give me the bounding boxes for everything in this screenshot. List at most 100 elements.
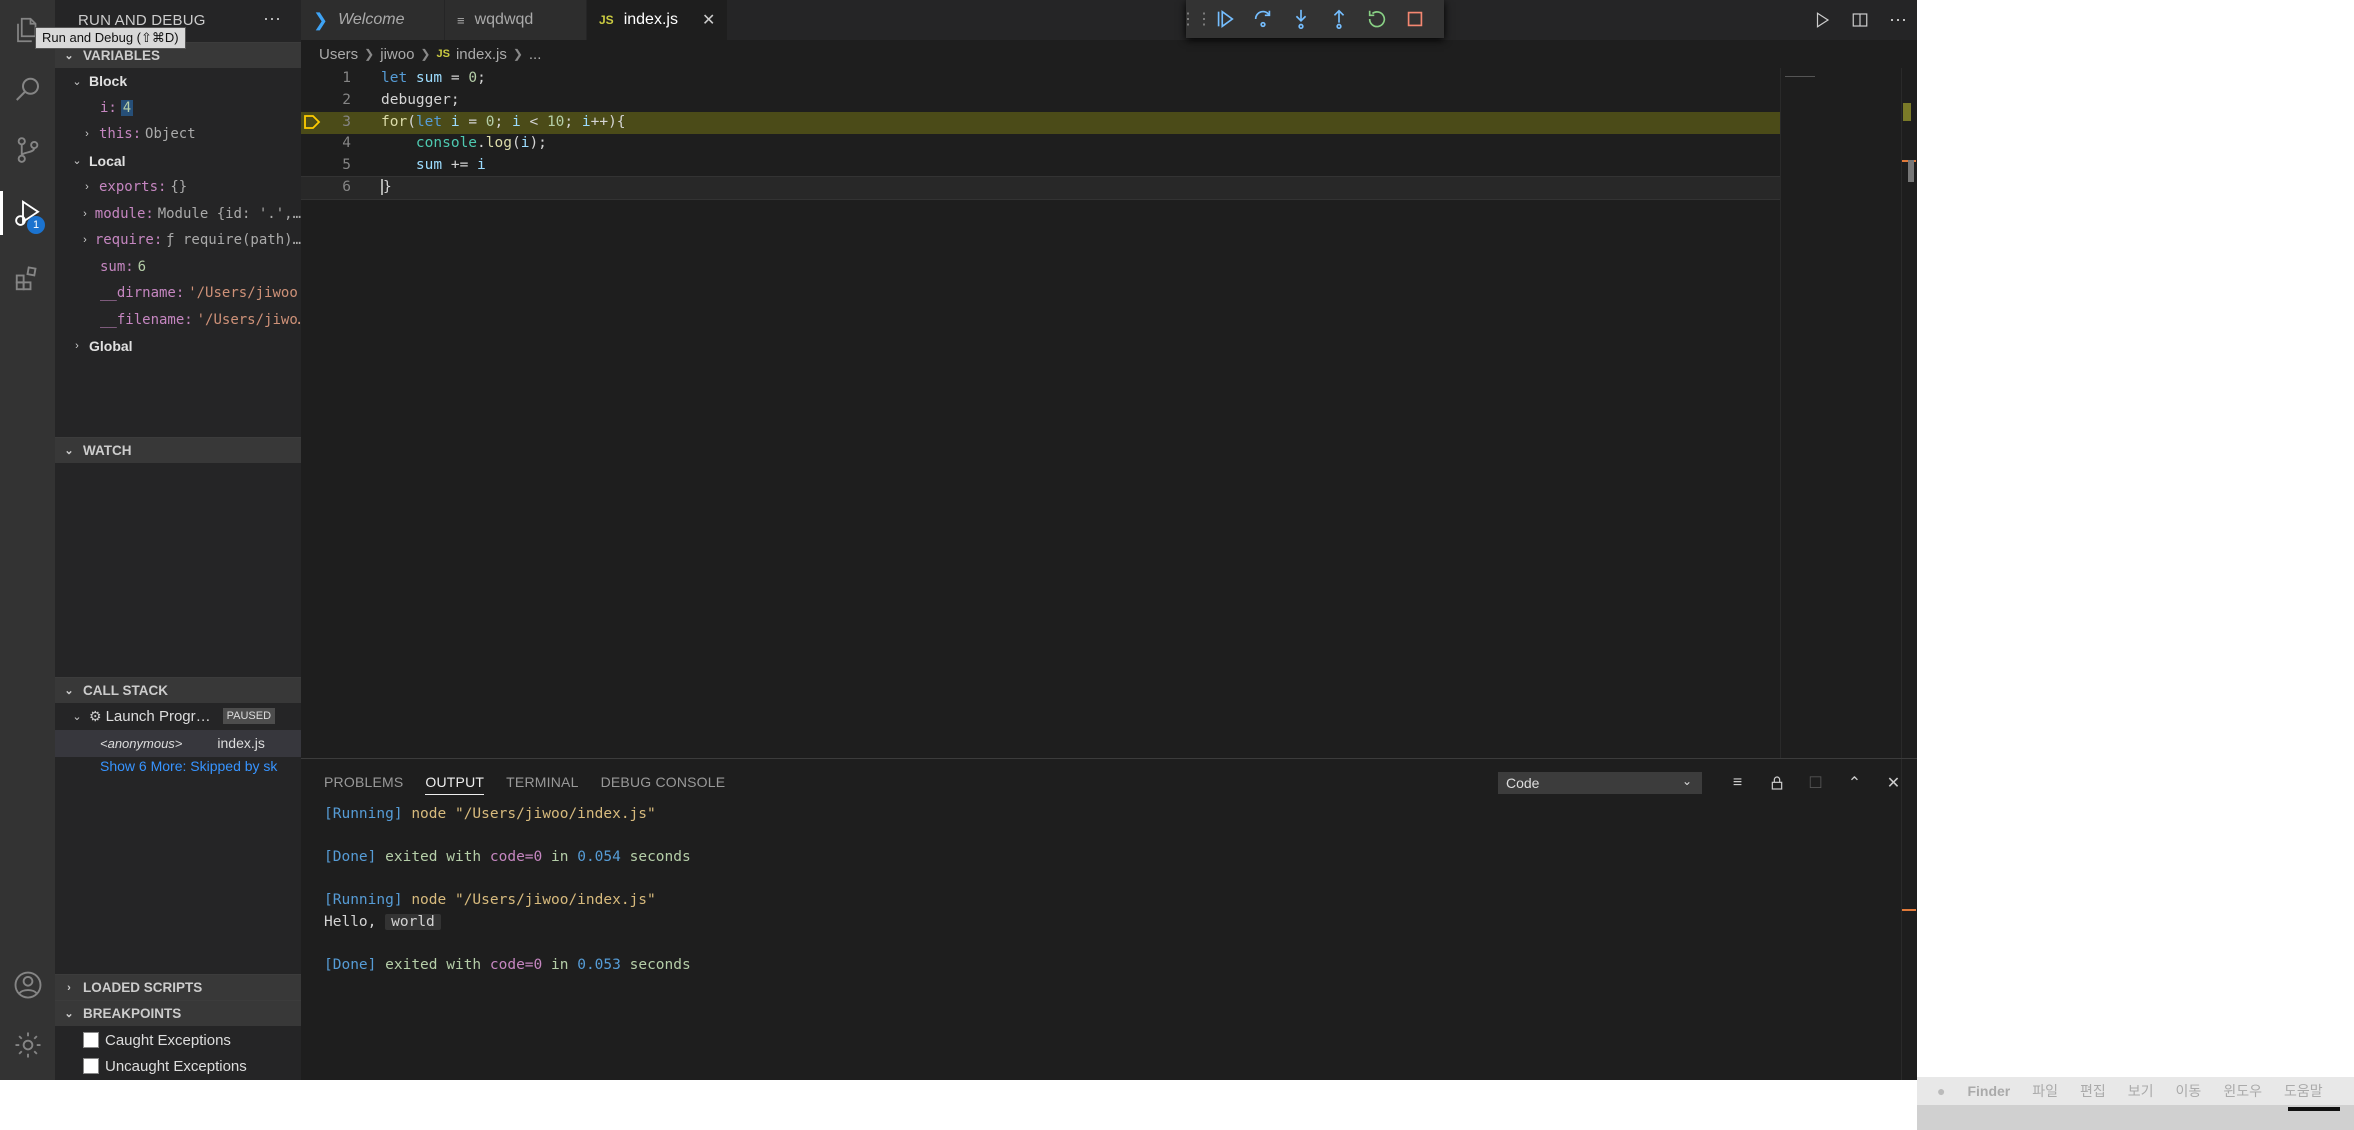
close-icon[interactable]: ✕ (702, 10, 715, 30)
minimap[interactable] (1785, 70, 1815, 77)
stop-icon[interactable] (1396, 0, 1434, 38)
uncaught-exceptions-row[interactable]: Uncaught Exceptions (83, 1053, 247, 1080)
caught-exceptions-row[interactable]: Caught Exceptions (83, 1027, 231, 1054)
code-line[interactable]: 3 for(let i = 0; i < 10; i++){ (301, 112, 1781, 134)
menu-item[interactable]: 윈도우 (2223, 1081, 2262, 1101)
drag-handle-icon[interactable]: ⋮⋮ (1180, 0, 1212, 38)
variable-row[interactable]: › exports: {} (55, 174, 301, 201)
debug-toolbar: ⋮⋮ (1180, 0, 1444, 38)
scope-block[interactable]: ⌄ Block (55, 68, 301, 95)
breakpoints-section-header[interactable]: ⌄ BREAKPOINTS (55, 1000, 301, 1026)
breadcrumb-item[interactable]: ... (529, 46, 542, 63)
step-over-icon[interactable] (1244, 0, 1282, 38)
line-number[interactable]: 5 (301, 155, 351, 177)
line-number[interactable]: 4 (301, 133, 351, 155)
account-icon[interactable] (0, 955, 55, 1015)
code-token: debugger; (381, 92, 460, 108)
scrollbar-thumb[interactable] (1908, 160, 1914, 182)
variable-row[interactable]: › module: Module {id: '.',… (55, 201, 301, 228)
show-more-frames-link[interactable]: Show 6 More: Skipped by sk (55, 753, 301, 780)
run-file-icon[interactable] (1803, 0, 1841, 40)
tab-wqdwqd[interactable]: ≡ wqdwqd (445, 0, 587, 40)
variable-value: Object (145, 126, 196, 143)
more-actions-icon[interactable]: ··· (263, 8, 281, 29)
breadcrumb-item[interactable]: jiwoo (380, 46, 414, 63)
tab-output[interactable]: OUTPUT (425, 770, 485, 795)
menu-item[interactable]: 보기 (2128, 1081, 2154, 1101)
split-editor-icon[interactable] (1841, 0, 1879, 40)
breadcrumb-item[interactable]: Users (319, 46, 358, 63)
output-line: [Running] node "/Users/jiwoo/index.js" (324, 806, 656, 822)
line-text: let sum = 0; (381, 68, 486, 90)
menu-item[interactable]: 편집 (2080, 1081, 2106, 1101)
code-line[interactable]: 4 console.log(i); (301, 133, 1781, 155)
variable-row[interactable]: › require: ƒ require(path)… (55, 227, 301, 254)
output-channel-select[interactable]: Code ⌄ (1498, 772, 1702, 794)
continue-icon[interactable] (1206, 0, 1244, 38)
maximize-panel-icon[interactable]: ⌃ (1835, 770, 1874, 796)
variable-row[interactable]: __dirname: '/Users/jiwoo' (55, 280, 301, 307)
step-out-icon[interactable] (1320, 0, 1358, 38)
tab-debug-console[interactable]: DEBUG CONSOLE (601, 770, 726, 794)
frame-file: index.js (217, 735, 265, 752)
chevron-down-icon: ⌄ (1681, 774, 1692, 788)
apple-icon[interactable]: ● (1937, 1083, 1945, 1099)
tooltip: Run and Debug (⇧⌘D) (35, 27, 186, 49)
code-editor[interactable]: 1 let sum = 0; 2 debugger; 3 for(let i = 0; i… (301, 68, 1917, 758)
lock-icon[interactable] (1757, 770, 1796, 796)
menu-item[interactable]: 파일 (2032, 1081, 2058, 1101)
code-token: ++){ (590, 114, 626, 130)
code-line[interactable]: 5 sum += i (301, 155, 1781, 177)
line-number[interactable]: 6 (301, 177, 351, 199)
search-icon[interactable] (0, 60, 55, 120)
menu-item[interactable]: 도움말 (2284, 1081, 2323, 1101)
menu-finder[interactable]: Finder (1967, 1083, 2010, 1099)
more-actions-icon[interactable]: ⋯ (1879, 0, 1917, 40)
session-name: Launch Progr… (105, 707, 211, 725)
settings-gear-icon[interactable] (0, 1015, 55, 1075)
line-number[interactable]: 1 (301, 68, 351, 90)
run-and-debug-icon[interactable]: 1 (0, 183, 55, 243)
breadcrumb-item[interactable]: index.js (456, 46, 507, 63)
code-token: sum (415, 157, 443, 173)
call-stack-section-header[interactable]: ⌄ CALL STACK (55, 677, 301, 703)
tab-problems[interactable]: PROBLEMS (324, 770, 403, 794)
output-scrollbar[interactable] (1901, 759, 1916, 1080)
scope-local[interactable]: ⌄ Local (55, 148, 301, 175)
code-token: = (459, 114, 486, 130)
variable-row[interactable]: i: 4 (55, 95, 301, 122)
variable-value: 4 (120, 99, 134, 116)
tab-terminal[interactable]: TERMINAL (506, 770, 578, 794)
variable-row[interactable]: › this: Object (55, 121, 301, 148)
scope-global[interactable]: › Global (55, 333, 301, 360)
minimap-border (1780, 68, 1781, 758)
line-number[interactable]: 2 (301, 90, 351, 112)
chevron-down-icon: ⌄ (64, 445, 74, 457)
loaded-scripts-section-header[interactable]: › LOADED SCRIPTS (55, 974, 301, 1000)
editor-tab-bar: ❯ Welcome ≡ wqdwqd JS index.js ✕ ⋯ (301, 0, 1917, 40)
menu-item[interactable]: 이동 (2176, 1081, 2202, 1101)
call-stack-session[interactable]: ⌄ ⚙ Launch Progr… PAUSED (55, 703, 301, 730)
checkbox[interactable] (83, 1032, 99, 1049)
source-control-icon[interactable] (0, 120, 55, 180)
code-line[interactable]: 1 let sum = 0; (301, 68, 1781, 90)
tab-welcome[interactable]: ❯ Welcome (301, 0, 445, 40)
restart-icon[interactable] (1358, 0, 1396, 38)
tab-index-js[interactable]: JS index.js ✕ (587, 0, 728, 40)
scrollbar-marker (1903, 103, 1911, 121)
code-line[interactable]: 6} (301, 176, 1781, 200)
clear-output-icon[interactable]: ≡ (1718, 770, 1757, 796)
checkbox[interactable] (83, 1058, 99, 1075)
step-into-icon[interactable] (1282, 0, 1320, 38)
code-token: } (383, 179, 392, 195)
code-line[interactable]: 2 debugger; (301, 90, 1781, 112)
editor-scrollbar[interactable] (1901, 68, 1916, 758)
variable-row[interactable]: sum: 6 (55, 254, 301, 281)
line-text: sum += i (381, 155, 486, 177)
code-token: for (381, 114, 408, 130)
variable-row[interactable]: __filename: '/Users/jiwo… (55, 307, 301, 334)
extensions-icon[interactable] (0, 248, 55, 308)
watch-section-header[interactable]: ⌄ WATCH (55, 437, 301, 463)
open-in-editor-icon[interactable]: ☐ (1796, 770, 1835, 796)
activity-bar: 1 Run and Debug (⇧⌘D) (0, 0, 186, 1080)
